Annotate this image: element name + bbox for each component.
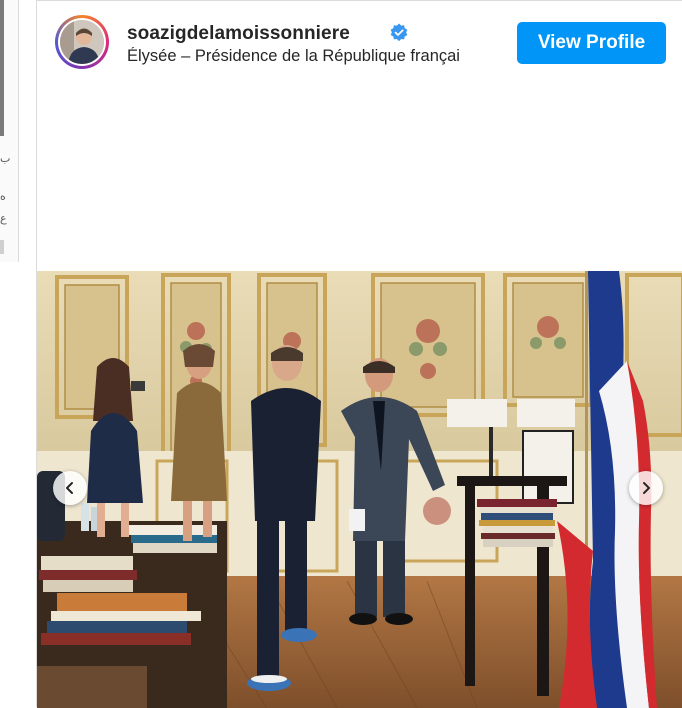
background-page-fragment: ب ه ع	[0, 0, 19, 262]
post-photo[interactable]	[37, 271, 682, 708]
username-link[interactable]: soazigdelamoissonniere	[127, 23, 350, 45]
background-text-fragment: ب	[0, 152, 11, 165]
background-text-fragment: ه	[0, 190, 6, 203]
carousel-prev-button[interactable]	[53, 471, 87, 505]
background-text-fragment: ع	[0, 212, 7, 225]
view-profile-button[interactable]: View Profile	[517, 22, 666, 64]
avatar	[60, 20, 104, 64]
chevron-right-icon	[643, 482, 650, 494]
background-thumbnail	[0, 0, 4, 136]
verified-badge-icon	[390, 23, 408, 42]
carousel-next-button[interactable]	[629, 471, 663, 505]
location-link[interactable]: Élysée – Présidence de la République fra…	[127, 47, 515, 66]
profile-avatar-ring[interactable]	[55, 15, 109, 69]
post-header: soazigdelamoissonniere Élysée – Présiden…	[37, 1, 682, 85]
chevron-left-icon	[66, 482, 73, 494]
background-divider	[0, 240, 4, 254]
instagram-embed-card: soazigdelamoissonniere Élysée – Présiden…	[36, 0, 682, 708]
